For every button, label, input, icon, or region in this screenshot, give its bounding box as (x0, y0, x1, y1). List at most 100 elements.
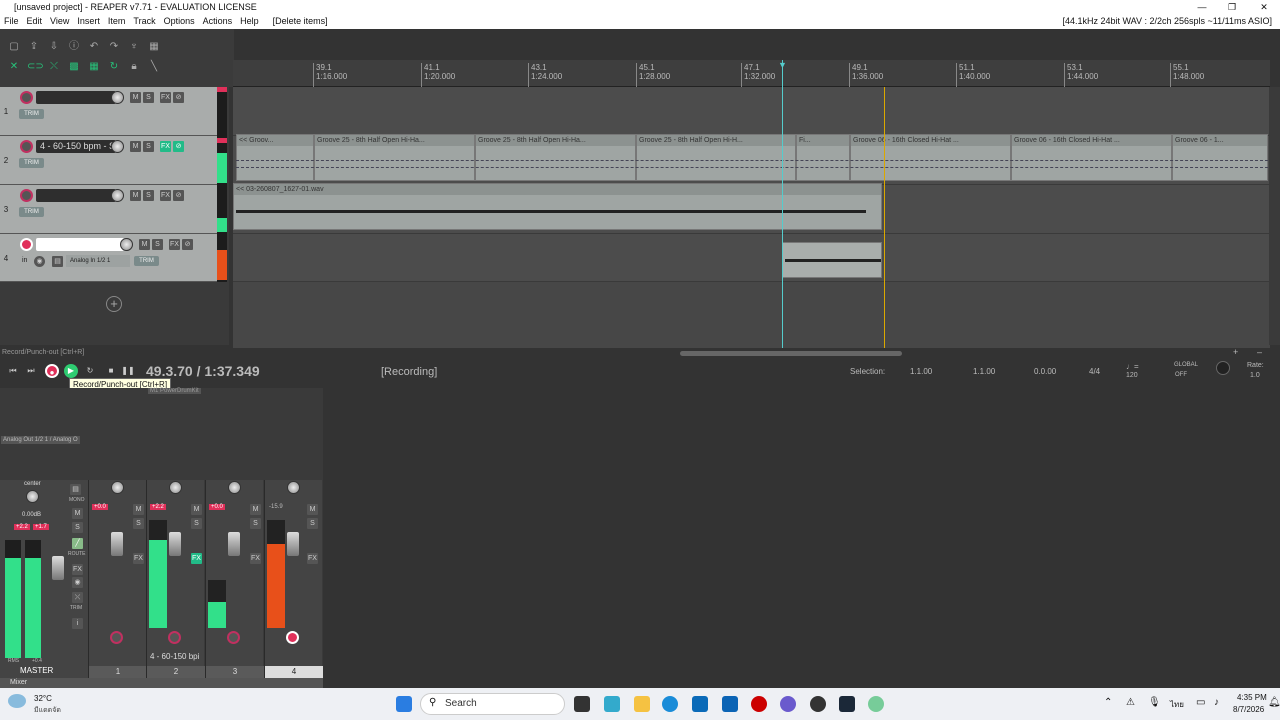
minimize-button[interactable]: — (1188, 0, 1216, 14)
selection-end[interactable]: 1.1.00 (973, 367, 995, 376)
task-view-icon[interactable] (574, 696, 590, 712)
file-explorer-icon[interactable] (634, 696, 650, 712)
phase-icon[interactable]: ⊘ (173, 190, 184, 201)
track-lane-4[interactable] (233, 234, 1270, 282)
go-to-end-icon[interactable]: ⏭ (24, 364, 38, 378)
fx-name-label[interactable]: M1 PowerDrumKit (148, 388, 201, 394)
master-settings-icon[interactable]: ▤ (70, 484, 81, 495)
track-name-field[interactable] (36, 189, 116, 202)
horizontal-scrollbar[interactable] (680, 351, 902, 356)
trim-button[interactable]: TRIM (134, 256, 159, 266)
app-dark-icon[interactable] (810, 696, 826, 712)
recording-item[interactable] (782, 242, 882, 278)
midi-item[interactable]: Groove 06 - 1... (1172, 134, 1268, 181)
restore-button[interactable]: ❐ (1218, 0, 1246, 14)
strip-name[interactable]: 4 - 60-150 bpi (150, 652, 199, 661)
zoom-in-icon[interactable]: + (1233, 347, 1238, 357)
trim-button[interactable]: TRIM (19, 158, 44, 168)
volume-knob[interactable] (111, 140, 124, 153)
phase-icon[interactable]: ⊘ (173, 92, 184, 103)
fx-button[interactable]: FX (250, 553, 261, 564)
master-volume-readout[interactable]: 0.00dB (22, 512, 41, 518)
project-settings-icon[interactable]: ⓘ (67, 40, 81, 54)
mute-button[interactable]: M (130, 92, 141, 103)
fx-button[interactable]: FX (133, 553, 144, 564)
menu-actions[interactable]: Actions (199, 14, 237, 29)
close-button[interactable]: ✕ (1250, 0, 1278, 14)
record-button[interactable]: ● (45, 364, 59, 378)
menu-view[interactable]: View (46, 14, 73, 29)
record-arm-button[interactable] (110, 631, 123, 644)
weather-icon[interactable] (8, 694, 26, 708)
midi-item[interactable]: Groove 25 - 8th Half Open Hi-Ha... (314, 134, 475, 181)
pause-button[interactable]: ❚❚ (121, 364, 135, 378)
peak-readout[interactable]: +2.2 (150, 504, 166, 510)
master-fader[interactable] (52, 556, 64, 580)
search-box[interactable]: ⚲ Search (420, 693, 565, 715)
master-peak-left[interactable]: +2.2 (14, 524, 30, 530)
menu-undo-hint[interactable]: [Delete items] (263, 14, 332, 29)
volume-fader[interactable] (111, 532, 123, 556)
track-name-field[interactable] (36, 238, 124, 251)
solo-button[interactable]: S (133, 518, 144, 529)
master-output-select[interactable]: Analog Out 1/2 1 / Analog O (1, 436, 80, 444)
menu-help[interactable]: Help (236, 14, 263, 29)
notification-bell-icon[interactable]: 🔔︎ (1268, 697, 1280, 708)
redo-icon[interactable]: ↷ (107, 40, 121, 54)
peak-readout[interactable]: -15.9 (269, 504, 283, 510)
vertical-scrollbar[interactable] (1269, 87, 1280, 345)
solo-button[interactable]: S (143, 190, 154, 201)
master-envelope-icon[interactable]: ╱ (72, 538, 83, 549)
time-signature[interactable]: 4/4 (1089, 367, 1100, 376)
record-arm-button[interactable] (286, 631, 299, 644)
menu-options[interactable]: Options (160, 14, 199, 29)
input-type-icon[interactable]: ▤ (52, 256, 63, 267)
auto-crossfade-icon[interactable]: ⤬ (47, 60, 61, 74)
midi-item[interactable]: Groove 06 - 16th Closed Hi-Hat ... (850, 134, 1011, 181)
mono-button[interactable]: MONO (69, 497, 85, 503)
solo-button[interactable]: S (143, 141, 154, 152)
outlook-icon[interactable] (722, 696, 738, 712)
go-to-start-icon[interactable]: ⏮ (6, 364, 20, 378)
envelope-icon[interactable]: ╲ (147, 60, 161, 74)
record-arm-button[interactable] (20, 140, 33, 153)
audio-item[interactable]: << 03-260807_1627-01.wav (233, 183, 882, 230)
play-button[interactable]: ▶ (64, 364, 78, 378)
global-state[interactable]: OFF (1175, 372, 1187, 378)
master-fx-button[interactable]: FX (72, 564, 83, 575)
trim-button[interactable]: TRIM (19, 207, 44, 217)
record-arm-button[interactable] (20, 238, 33, 251)
tempo-value[interactable]: 120 (1126, 372, 1138, 379)
volume-icon[interactable]: ♪ (1214, 697, 1219, 708)
stop-button[interactable]: ■ (104, 364, 118, 378)
menu-file[interactable]: File (0, 14, 23, 29)
open-project-icon[interactable]: ⇪ (27, 40, 41, 54)
discord-icon[interactable] (780, 696, 796, 712)
volume-knob[interactable] (111, 91, 124, 104)
pan-knob[interactable] (111, 481, 124, 494)
trim-button[interactable]: TRIM (19, 109, 44, 119)
edge-icon[interactable] (662, 696, 678, 712)
track-header-2[interactable]: 2 4 - 60-150 bpm - S M S FX ⊘ TRIM (0, 136, 217, 185)
volume-fader[interactable] (228, 532, 240, 556)
track-header-3[interactable]: 3 M S FX ⊘ TRIM (0, 185, 217, 234)
master-input-fx-icon[interactable]: ⤬ (72, 592, 83, 603)
reaper-icon[interactable] (868, 696, 884, 712)
menu-edit[interactable]: Edit (23, 14, 47, 29)
peak-readout[interactable]: +0.0 (209, 504, 225, 510)
mixer-tab[interactable]: Mixer (0, 678, 323, 688)
midi-item[interactable]: << Groov... (236, 134, 314, 181)
solo-button[interactable]: S (307, 518, 318, 529)
mute-button[interactable]: M (191, 504, 202, 515)
weather-temp[interactable]: 32°C (34, 694, 52, 703)
route-button[interactable]: ROUTE (68, 551, 86, 557)
master-info-icon[interactable]: i (72, 618, 83, 629)
save-project-icon[interactable]: ⇩ (47, 40, 61, 54)
midi-item[interactable]: Groove 06 - 16th Closed Hi-Hat ... (1011, 134, 1172, 181)
phase-icon[interactable]: ⊘ (173, 141, 184, 152)
wifi-icon[interactable]: ▭ (1196, 697, 1205, 708)
rate-knob[interactable] (1216, 361, 1230, 375)
track-name-field[interactable]: 4 - 60-150 bpm - S (36, 140, 116, 153)
menu-track[interactable]: Track (129, 14, 159, 29)
steam-icon[interactable] (839, 696, 855, 712)
